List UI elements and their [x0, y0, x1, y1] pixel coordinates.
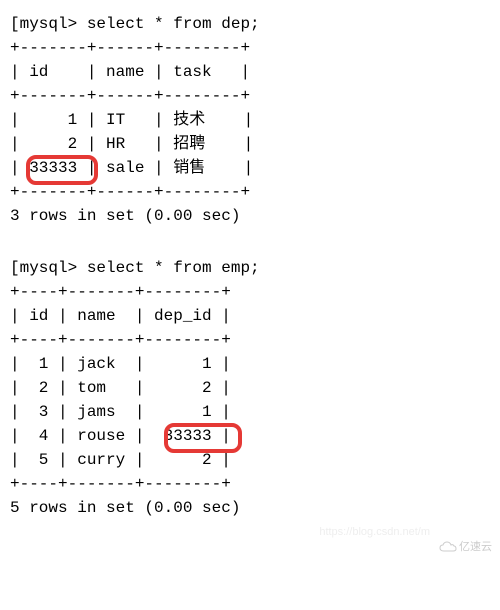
table-row: | 1 | jack | 1 |	[10, 352, 490, 376]
table-row: | 2 | tom | 2 |	[10, 376, 490, 400]
result-footer-dep: 3 rows in set (0.00 sec)	[10, 204, 490, 228]
table-row: | 3 | jams | 1 |	[10, 400, 490, 424]
table-border: +-------+------+--------+	[10, 180, 490, 204]
sql-prompt-dep: [mysql> select * from dep;	[10, 12, 490, 36]
table-header-emp: | id | name | dep_id |	[10, 304, 490, 328]
watermark-text: 亿速云	[459, 541, 492, 553]
result-footer-emp: 5 rows in set (0.00 sec)	[10, 496, 490, 520]
mysql-output-emp: [mysql> select * from emp; +----+-------…	[10, 256, 490, 520]
table-row: | 1 | IT | 技术 |	[10, 108, 490, 132]
watermark-brand: 亿速云	[439, 538, 492, 554]
table-row: | 33333 | sale | 销售 |	[10, 156, 490, 180]
table-border: +----+-------+--------+	[10, 280, 490, 304]
mysql-output-dep: [mysql> select * from dep; +-------+----…	[10, 12, 490, 228]
sql-prompt-emp: [mysql> select * from emp;	[10, 256, 490, 280]
cloud-icon	[439, 541, 457, 553]
table-border: +----+-------+--------+	[10, 472, 490, 496]
watermark-url: https://blog.csdn.net/m	[319, 526, 430, 538]
table-row: | 4 | rouse | 33333 |	[10, 424, 490, 448]
table-row: | 2 | HR | 招聘 |	[10, 132, 490, 156]
table-border: +-------+------+--------+	[10, 84, 490, 108]
table-row: | 5 | curry | 2 |	[10, 448, 490, 472]
table-header-dep: | id | name | task |	[10, 60, 490, 84]
table-border: +----+-------+--------+	[10, 328, 490, 352]
table-border: +-------+------+--------+	[10, 36, 490, 60]
